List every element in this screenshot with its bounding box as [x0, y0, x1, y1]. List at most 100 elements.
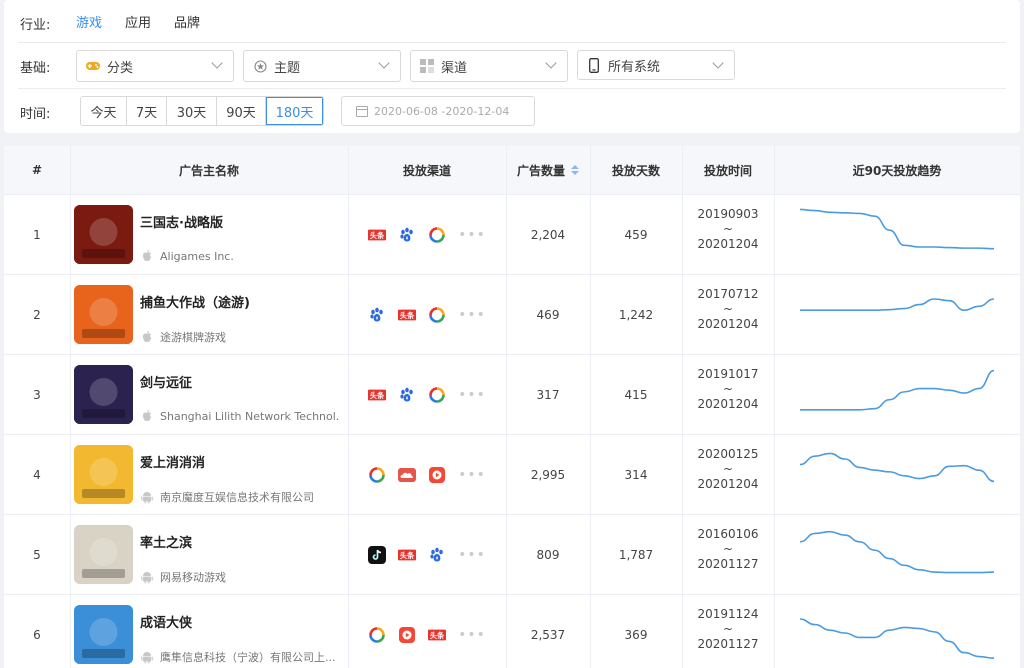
- date-range-start: 2020-06-08: [374, 104, 438, 118]
- row-rank: 6: [33, 627, 41, 642]
- company-name: 途游棋牌游戏: [140, 329, 226, 345]
- more-icon[interactable]: •••: [458, 227, 486, 243]
- header-ad-count[interactable]: 广告数量: [506, 146, 590, 194]
- grid-icon: [419, 58, 435, 74]
- android-icon: [140, 570, 154, 584]
- theme-icon: [252, 58, 268, 74]
- company-label: 途游棋牌游戏: [160, 331, 226, 344]
- time-option-90d[interactable]: 90天: [217, 97, 266, 125]
- baidu-icon[interactable]: [398, 226, 416, 244]
- gamepad-icon: [85, 58, 101, 74]
- company-label: 网易移动游戏: [160, 571, 226, 584]
- toutiao-icon[interactable]: 头条: [398, 306, 417, 324]
- company-label: 南京魔度互娱信息技术有限公司: [160, 491, 314, 504]
- toutiao-icon[interactable]: 头条: [368, 226, 387, 244]
- advertiser-table: # 广告主名称 投放渠道 广告数量 投放天数 投放时间 近90天投放趋势 1 三…: [4, 146, 1020, 668]
- delivery-period: 20191017 ~ 20201204: [682, 367, 774, 412]
- industry-option-brand[interactable]: 品牌: [174, 12, 200, 31]
- app-name[interactable]: 爱上消消消: [140, 452, 205, 471]
- app-icon[interactable]: [74, 285, 133, 344]
- end-date: 20201204: [697, 237, 759, 251]
- industry-option-game[interactable]: 游戏: [76, 12, 102, 31]
- category-select[interactable]: 分类: [76, 50, 234, 82]
- app-name[interactable]: 成语大侠: [140, 612, 192, 631]
- baidu-icon[interactable]: [368, 306, 386, 324]
- delivery-period: 20160106 ~ 20201127: [682, 527, 774, 572]
- start-date: 20191017: [697, 367, 759, 381]
- more-icon[interactable]: •••: [458, 387, 486, 403]
- table-row[interactable]: 6 成语大侠 鹰隼信息科技（宁波）有限公司上... 头条 ••• 2,537 3…: [4, 594, 1020, 668]
- trend-line: [799, 530, 995, 574]
- row-rank: 2: [33, 307, 41, 322]
- sort-icon[interactable]: [571, 165, 579, 175]
- baidu-icon[interactable]: [428, 546, 446, 564]
- tencent-icon[interactable]: [428, 386, 446, 404]
- time-option-30d[interactable]: 30天: [167, 97, 217, 125]
- channel-list: 头条 •••: [348, 515, 506, 594]
- start-date: 20190903: [697, 207, 759, 221]
- svg-text:头条: 头条: [400, 551, 415, 560]
- svg-text:头条: 头条: [370, 231, 385, 240]
- delivery-days: 369: [624, 627, 648, 642]
- trend-line: [799, 298, 995, 312]
- theme-select[interactable]: 主题: [243, 50, 401, 82]
- app-name[interactable]: 捕鱼大作战（途游): [140, 292, 250, 311]
- time-option-today[interactable]: 今天: [81, 97, 127, 125]
- filter-panel: 行业: 游戏 应用 品牌 基础: 分类 主题 渠道 所有系统 时间: 今天 7天: [4, 0, 1020, 133]
- more-icon[interactable]: •••: [458, 467, 486, 483]
- app-icon[interactable]: [74, 205, 133, 264]
- toutiao-icon[interactable]: 头条: [398, 546, 417, 564]
- start-date: 20191124: [697, 607, 759, 621]
- app-name[interactable]: 率土之滨: [140, 532, 192, 551]
- more-icon[interactable]: •••: [458, 547, 486, 563]
- tencent-icon[interactable]: [428, 226, 446, 244]
- industry-label: 行业:: [20, 18, 51, 33]
- delivery-period: 20190903 ~ 20201204: [682, 207, 774, 252]
- chevron-down-icon: [545, 57, 557, 69]
- tiktok-icon[interactable]: [368, 545, 387, 564]
- more-icon[interactable]: •••: [458, 307, 486, 323]
- tencent-icon[interactable]: [368, 626, 386, 644]
- app-icon[interactable]: [74, 365, 133, 424]
- ad-count: 2,537: [530, 627, 566, 642]
- tencent-icon[interactable]: [428, 306, 446, 324]
- tencent-icon[interactable]: [368, 466, 386, 484]
- baidu-icon[interactable]: [398, 386, 416, 404]
- video-icon[interactable]: [398, 626, 416, 644]
- system-select[interactable]: 所有系统: [577, 50, 735, 80]
- delivery-period: 20170712 ~ 20201204: [682, 287, 774, 332]
- date-range-separator: -: [437, 104, 446, 118]
- table-row[interactable]: 2 捕鱼大作战（途游) 途游棋牌游戏 头条 ••• 469 1,242 2017…: [4, 274, 1020, 354]
- ad-count: 809: [536, 547, 560, 562]
- video-icon[interactable]: [428, 466, 446, 484]
- toutiao-icon[interactable]: 头条: [368, 386, 387, 404]
- company-name: Aligames Inc.: [140, 249, 234, 263]
- app-icon[interactable]: [74, 445, 133, 504]
- table-row[interactable]: 1 三国志·战略版 Aligames Inc. 头条 ••• 2,204 459…: [4, 194, 1020, 274]
- cloud-icon[interactable]: [398, 466, 417, 484]
- more-icon[interactable]: •••: [458, 627, 486, 643]
- end-date: 20201204: [697, 317, 759, 331]
- date-range-picker[interactable]: 2020-06-08 - 2020-12-04: [341, 96, 535, 126]
- toutiao-icon[interactable]: 头条: [428, 626, 447, 644]
- date-range-end: 2020-12-04: [445, 104, 510, 118]
- app-name[interactable]: 剑与远征: [140, 372, 192, 391]
- apple-icon: [140, 409, 154, 423]
- time-option-180d[interactable]: 180天: [266, 97, 323, 125]
- table-row[interactable]: 4 爱上消消消 南京魔度互娱信息技术有限公司 ••• 2,995 314 202…: [4, 434, 1020, 514]
- app-icon[interactable]: [74, 605, 133, 664]
- app-name[interactable]: 三国志·战略版: [140, 212, 223, 231]
- table-row[interactable]: 3 剑与远征 Shanghai Lilith Network Technol..…: [4, 354, 1020, 434]
- trend-line: [799, 618, 995, 659]
- delivery-period: 20191124 ~ 20201127: [682, 607, 774, 652]
- table-row[interactable]: 5 率土之滨 网易移动游戏 头条 ••• 809 1,787 20160106 …: [4, 514, 1020, 594]
- app-icon[interactable]: [74, 525, 133, 584]
- android-icon: [140, 650, 154, 664]
- time-option-7d[interactable]: 7天: [127, 97, 167, 125]
- channel-select[interactable]: 渠道: [410, 50, 568, 82]
- delivery-days: 1,787: [618, 547, 654, 562]
- industry-option-app[interactable]: 应用: [125, 12, 151, 31]
- chevron-down-icon: [211, 57, 223, 69]
- header-rank: #: [31, 163, 43, 177]
- chevron-down-icon: [378, 57, 390, 69]
